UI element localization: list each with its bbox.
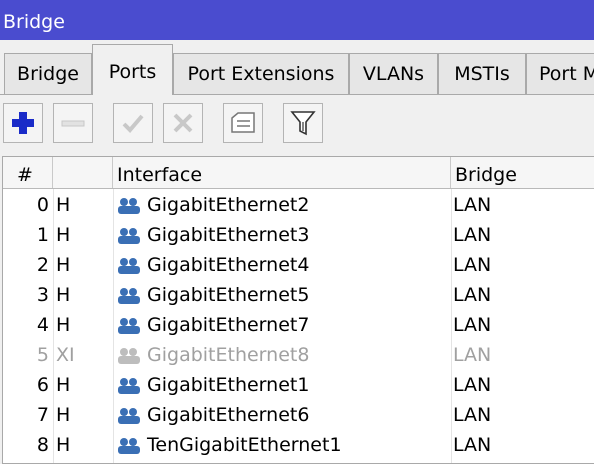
row-number: 4 <box>36 314 49 336</box>
row-number: 5 <box>36 344 49 366</box>
window-title: Bridge <box>0 0 594 40</box>
row-bridge: LAN <box>453 404 492 426</box>
interface-icon <box>118 438 140 454</box>
row-bridge: LAN <box>453 224 492 246</box>
interface-name: GigabitEthernet7 <box>147 314 310 336</box>
row-bridge: LAN <box>453 344 492 366</box>
tab-bridge[interactable]: Bridge <box>4 53 92 94</box>
row-flags: H <box>56 434 71 456</box>
row-interface: GigabitEthernet5 <box>115 280 445 310</box>
filter-icon <box>290 111 316 136</box>
enable-icon <box>122 114 144 133</box>
row-number: 2 <box>36 254 49 276</box>
tab-bar: Bridge Ports Port Extensions VLANs MSTIs… <box>0 40 594 95</box>
row-bridge: LAN <box>453 254 492 276</box>
comment-icon <box>231 112 255 133</box>
table-row[interactable]: 8 H TenGigabitEthernet1 LAN <box>3 430 594 460</box>
row-flags: H <box>56 224 71 246</box>
row-bridge: LAN <box>453 284 492 306</box>
row-number: 8 <box>36 434 49 456</box>
column-header-bridge[interactable]: Bridge <box>451 157 594 188</box>
table-row[interactable]: 2 H GigabitEthernet4 LAN <box>3 250 594 280</box>
add-icon <box>12 112 34 134</box>
row-interface: TenGigabitEthernet1 <box>115 430 445 460</box>
row-interface: GigabitEthernet3 <box>115 220 445 250</box>
row-interface: GigabitEthernet2 <box>115 190 445 220</box>
interface-icon <box>118 228 140 244</box>
table-row[interactable]: 0 H GigabitEthernet2 LAN <box>3 190 594 220</box>
row-bridge: LAN <box>453 374 492 396</box>
row-flags: H <box>56 284 71 306</box>
row-number: 7 <box>36 404 49 426</box>
row-flags: H <box>56 254 71 276</box>
interface-name: GigabitEthernet8 <box>147 344 310 366</box>
table-row[interactable]: 6 H GigabitEthernet1 LAN <box>3 370 594 400</box>
tab-ports[interactable]: Ports <box>92 44 173 95</box>
ports-table: # Interface Bridge 0 H GigabitEthernet2 LAN… <box>2 156 594 464</box>
row-number: 1 <box>36 224 49 246</box>
add-button[interactable] <box>3 103 43 143</box>
interface-icon <box>118 288 140 304</box>
row-flags: H <box>56 194 71 216</box>
row-interface: GigabitEthernet7 <box>115 310 445 340</box>
row-flags: XI <box>56 344 75 366</box>
interface-icon <box>118 378 140 394</box>
table-row[interactable]: 4 H GigabitEthernet7 LAN <box>3 310 594 340</box>
row-bridge: LAN <box>453 314 492 336</box>
table-header: # Interface Bridge <box>3 157 594 189</box>
remove-icon <box>61 120 85 127</box>
tab-vlans[interactable]: VLANs <box>349 53 438 94</box>
row-flags: H <box>56 314 71 336</box>
enable-button[interactable] <box>113 103 153 143</box>
interface-name: GigabitEthernet2 <box>147 194 310 216</box>
row-flags: H <box>56 374 71 396</box>
tab-port-m[interactable]: Port M <box>526 53 594 94</box>
table-row[interactable]: 1 H GigabitEthernet3 LAN <box>3 220 594 250</box>
row-bridge: LAN <box>453 434 492 456</box>
row-number: 3 <box>36 284 49 306</box>
row-interface: GigabitEthernet8 <box>115 340 445 370</box>
column-header-interface[interactable]: Interface <box>113 157 451 188</box>
row-interface: GigabitEthernet1 <box>115 370 445 400</box>
toolbar <box>0 95 594 157</box>
row-interface: GigabitEthernet6 <box>115 400 445 430</box>
row-number: 0 <box>36 194 49 216</box>
interface-icon <box>118 198 140 214</box>
interface-name: TenGigabitEthernet1 <box>147 434 342 456</box>
interface-name: GigabitEthernet1 <box>147 374 310 396</box>
disable-button[interactable] <box>163 103 203 143</box>
interface-name: GigabitEthernet5 <box>147 284 310 306</box>
column-header-number[interactable]: # <box>3 157 53 188</box>
column-header-flags[interactable] <box>53 157 113 188</box>
row-bridge: LAN <box>453 194 492 216</box>
row-interface: GigabitEthernet4 <box>115 250 445 280</box>
row-flags: H <box>56 404 71 426</box>
tab-port-extensions[interactable]: Port Extensions <box>173 53 349 94</box>
interface-icon <box>118 258 140 274</box>
table-row[interactable]: 3 H GigabitEthernet5 LAN <box>3 280 594 310</box>
remove-button[interactable] <box>53 103 93 143</box>
interface-name: GigabitEthernet6 <box>147 404 310 426</box>
disable-icon <box>173 113 193 133</box>
interface-icon <box>118 348 140 364</box>
interface-icon <box>118 408 140 424</box>
table-row[interactable]: 7 H GigabitEthernet6 LAN <box>3 400 594 430</box>
interface-name: GigabitEthernet3 <box>147 224 310 246</box>
comment-button[interactable] <box>223 103 263 143</box>
interface-name: GigabitEthernet4 <box>147 254 310 276</box>
table-row[interactable]: 5 XI GigabitEthernet8 LAN <box>3 340 594 370</box>
row-number: 6 <box>36 374 49 396</box>
tab-mstis[interactable]: MSTIs <box>438 53 526 94</box>
interface-icon <box>118 318 140 334</box>
filter-button[interactable] <box>283 103 323 143</box>
